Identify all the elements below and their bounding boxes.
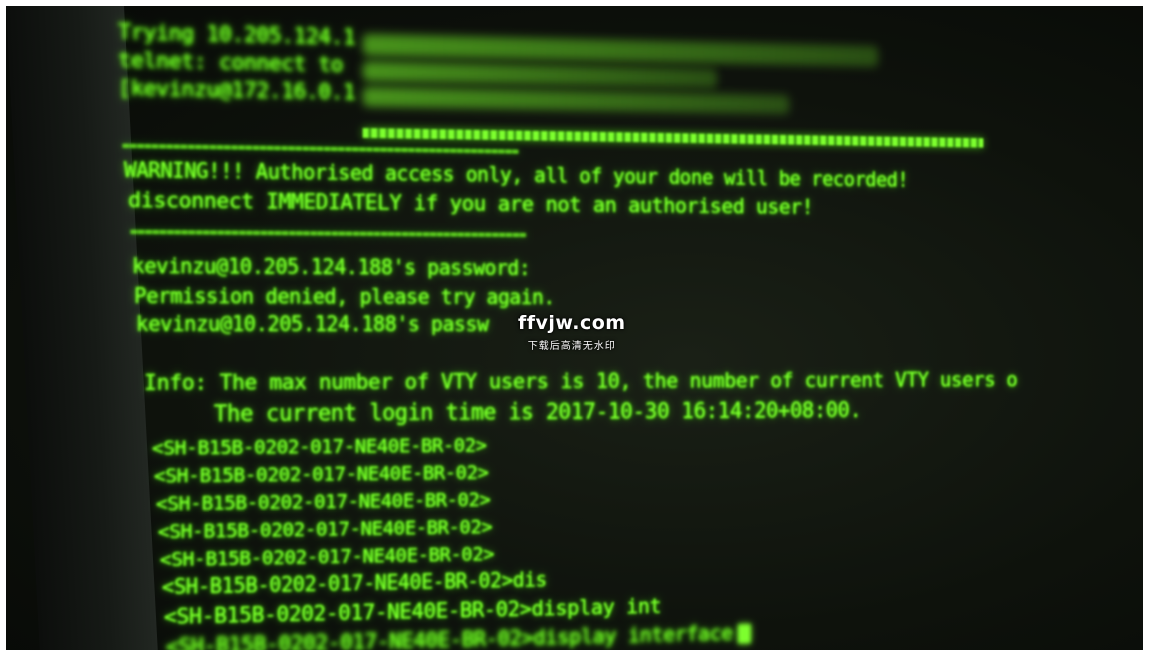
terminal-line: Permission denied, please try again.: [133, 284, 555, 309]
terminal-line: The current login time is 2017-10-30 16:…: [147, 398, 862, 428]
terminal-line: ========================================…: [121, 138, 519, 159]
terminal-line: ========================================…: [129, 224, 526, 243]
watermark: ffvjw.com 下载后高清无水印: [518, 312, 626, 352]
warning-line: WARNING!!! Authorised access only, all o…: [123, 158, 909, 192]
terminal-line: kevinzu@10.205.124.188's password:: [131, 254, 531, 280]
terminal-line: kevinzu@10.205.124.188's passw: [135, 312, 489, 336]
prompt-line: <SH-B15B-0202-017-NE40E-BR-02>: [151, 433, 487, 460]
watermark-main-text: ffvjw.com: [518, 312, 626, 334]
blurred-text-region: [362, 86, 790, 115]
prompt-line: <SH-B15B-0202-017-NE40E-BR-02>: [159, 541, 494, 572]
prompt-line: <SH-B15B-0202-017-NE40E-BR-02>: [153, 460, 489, 488]
terminal-line: [kevinzu@172.16.0.1: [118, 76, 356, 106]
terminal-line: Trying 10.205.124.1: [118, 20, 356, 51]
warning-line: disconnect IMMEDIATELY if you are not an…: [127, 188, 814, 220]
cursor-icon: [738, 624, 751, 644]
photo-frame: Trying 10.205.124.1 telnet: connect to […: [6, 6, 1143, 650]
blurred-text-region: [362, 33, 879, 67]
terminal-line: Info: The max number of VTY users is 10,…: [143, 368, 1018, 396]
terminal-line: telnet: connect to: [118, 48, 343, 78]
watermark-sub-text: 下载后高清无水印: [527, 341, 616, 352]
prompt-line: <SH-B15B-0202-017-NE40E-BR-02>: [157, 514, 493, 544]
blurred-text-region: [362, 61, 718, 89]
prompt-line: <SH-B15B-0202-017-NE40E-BR-02>: [155, 487, 491, 516]
prompt-line: <SH-B15B-0202-017-NE40E-BR-02>dis: [161, 568, 547, 600]
